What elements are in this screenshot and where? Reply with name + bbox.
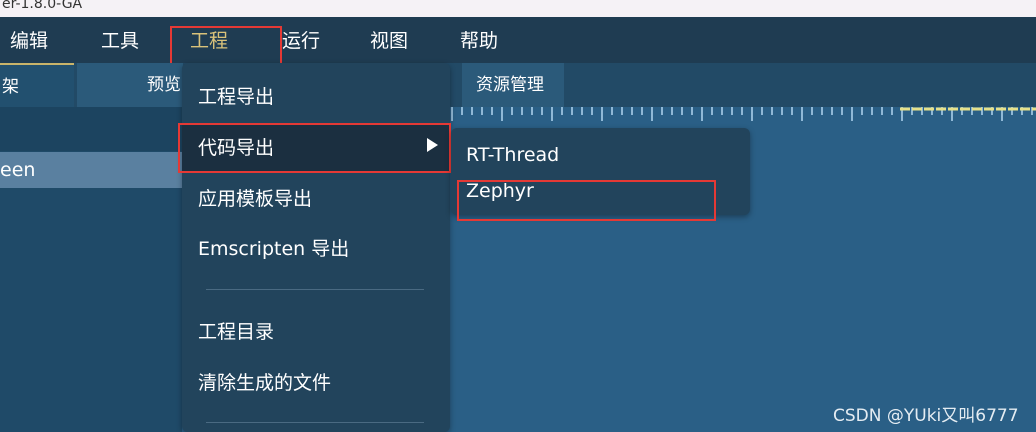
horizontal-ruler: [450, 107, 1036, 123]
window-title-bar: er-1.8.0-GA: [0, 0, 1036, 17]
tab-resource-manager[interactable]: 资源管理: [462, 63, 564, 107]
menu-edit[interactable]: 编辑: [10, 17, 48, 63]
submenu-item-zephyr[interactable]: Zephyr: [466, 179, 534, 203]
tab-frame-label: 架: [2, 77, 19, 97]
menu-tools[interactable]: 工具: [101, 17, 139, 63]
menu-item-project-export[interactable]: 工程导出: [198, 85, 274, 109]
menu-item-clean-generated-files[interactable]: 清除生成的文件: [198, 371, 331, 395]
tab-bar: 架 预览 资源管理: [0, 63, 1036, 107]
menu-project[interactable]: 工程: [190, 17, 228, 63]
tree-item-selected[interactable]: een: [0, 152, 182, 188]
menu-help[interactable]: 帮助: [460, 17, 498, 63]
menu-item-emscripten-export[interactable]: Emscripten 导出: [198, 237, 349, 261]
tab-preview-label: 预览: [147, 75, 181, 95]
menu-item-project-directory[interactable]: 工程目录: [198, 320, 274, 344]
submenu-item-rt-thread[interactable]: RT-Thread: [466, 143, 559, 167]
tab-frame[interactable]: 架: [0, 63, 74, 107]
left-panel-header: [0, 107, 182, 151]
menu-view[interactable]: 视图: [370, 17, 408, 63]
ruler-ticks: [451, 107, 1036, 121]
menu-separator: [206, 422, 424, 423]
menu-bar: 编辑 工具 工程 运行 视图 帮助: [0, 17, 1036, 63]
menu-item-app-template-export[interactable]: 应用模板导出: [198, 187, 312, 211]
watermark-text: CSDN @YUki又叫6777: [833, 406, 1019, 426]
window-title: er-1.8.0-GA: [2, 0, 83, 12]
menu-run[interactable]: 运行: [282, 17, 320, 63]
menu-separator: [206, 289, 424, 290]
tree-item-label: een: [0, 159, 36, 181]
tab-resource-manager-label: 资源管理: [476, 75, 544, 95]
left-panel: een: [0, 107, 182, 432]
submenu-arrow-icon: [427, 138, 438, 152]
menu-item-code-export[interactable]: 代码导出: [198, 136, 274, 160]
tab-preview[interactable]: 预览: [77, 63, 183, 107]
